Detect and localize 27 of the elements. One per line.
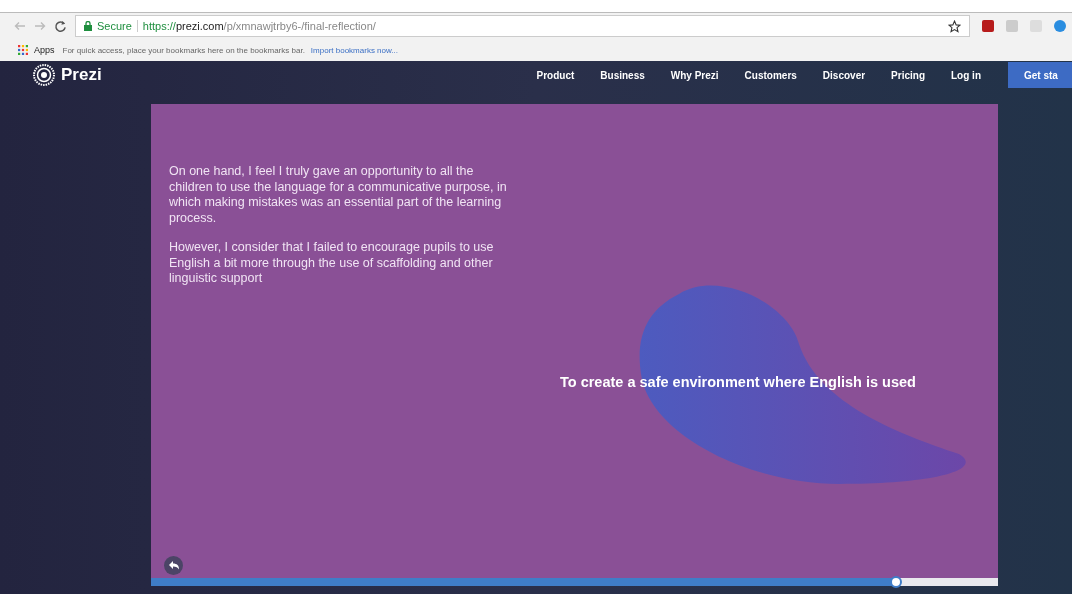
back-button[interactable] xyxy=(164,556,183,575)
logo-text[interactable]: Prezi xyxy=(61,65,102,85)
nav-link[interactable]: Why Prezi xyxy=(657,69,732,81)
address-bar[interactable]: Secure https://prezi.com/p/xmnawjtrby6-/final-reflection/ xyxy=(75,15,970,37)
nav-link[interactable]: Discover xyxy=(809,69,879,81)
slide-heading: To create a safe environment where English is used xyxy=(560,374,916,390)
nav-link[interactable]: Product xyxy=(523,69,588,81)
star-icon[interactable] xyxy=(948,19,961,33)
slide-paragraph: However, I consider that I failed to encourage pupils to use English a bit more through the use of scaffolding and other linguistic support xyxy=(169,240,495,287)
bookmarks-hint: For quick access, place your bookmarks here on the bookmarks bar. xyxy=(62,45,305,55)
slide-paragraph: On one hand, I feel I truly gave an opportunity to all the children to use the language for a communicative purpose, in which making mistakes was an essential part of the learning process. xyxy=(169,164,508,226)
logo-icon xyxy=(33,64,55,86)
nav-link[interactable]: Pricing xyxy=(878,69,938,81)
url-text: https://prezi.com/p/xmnawjtrby6-/final-reflection/ xyxy=(142,20,377,32)
get-started-button[interactable]: Get sta xyxy=(1008,62,1072,88)
extension-icon[interactable] xyxy=(1054,20,1066,32)
secure-label: Secure xyxy=(97,20,132,32)
import-bookmarks-link[interactable]: Import bookmarks now... xyxy=(310,45,398,55)
reply-arrow-icon xyxy=(168,561,179,570)
nav-link[interactable]: Log in xyxy=(938,69,994,81)
apps-icon[interactable] xyxy=(18,45,28,55)
nav-link[interactable]: Customers xyxy=(731,69,810,81)
lock-icon xyxy=(84,21,92,31)
extension-icon[interactable] xyxy=(982,20,994,32)
apps-link[interactable]: Apps xyxy=(34,45,55,55)
reload-icon[interactable] xyxy=(54,19,67,33)
nav-link[interactable]: Business xyxy=(587,69,658,81)
